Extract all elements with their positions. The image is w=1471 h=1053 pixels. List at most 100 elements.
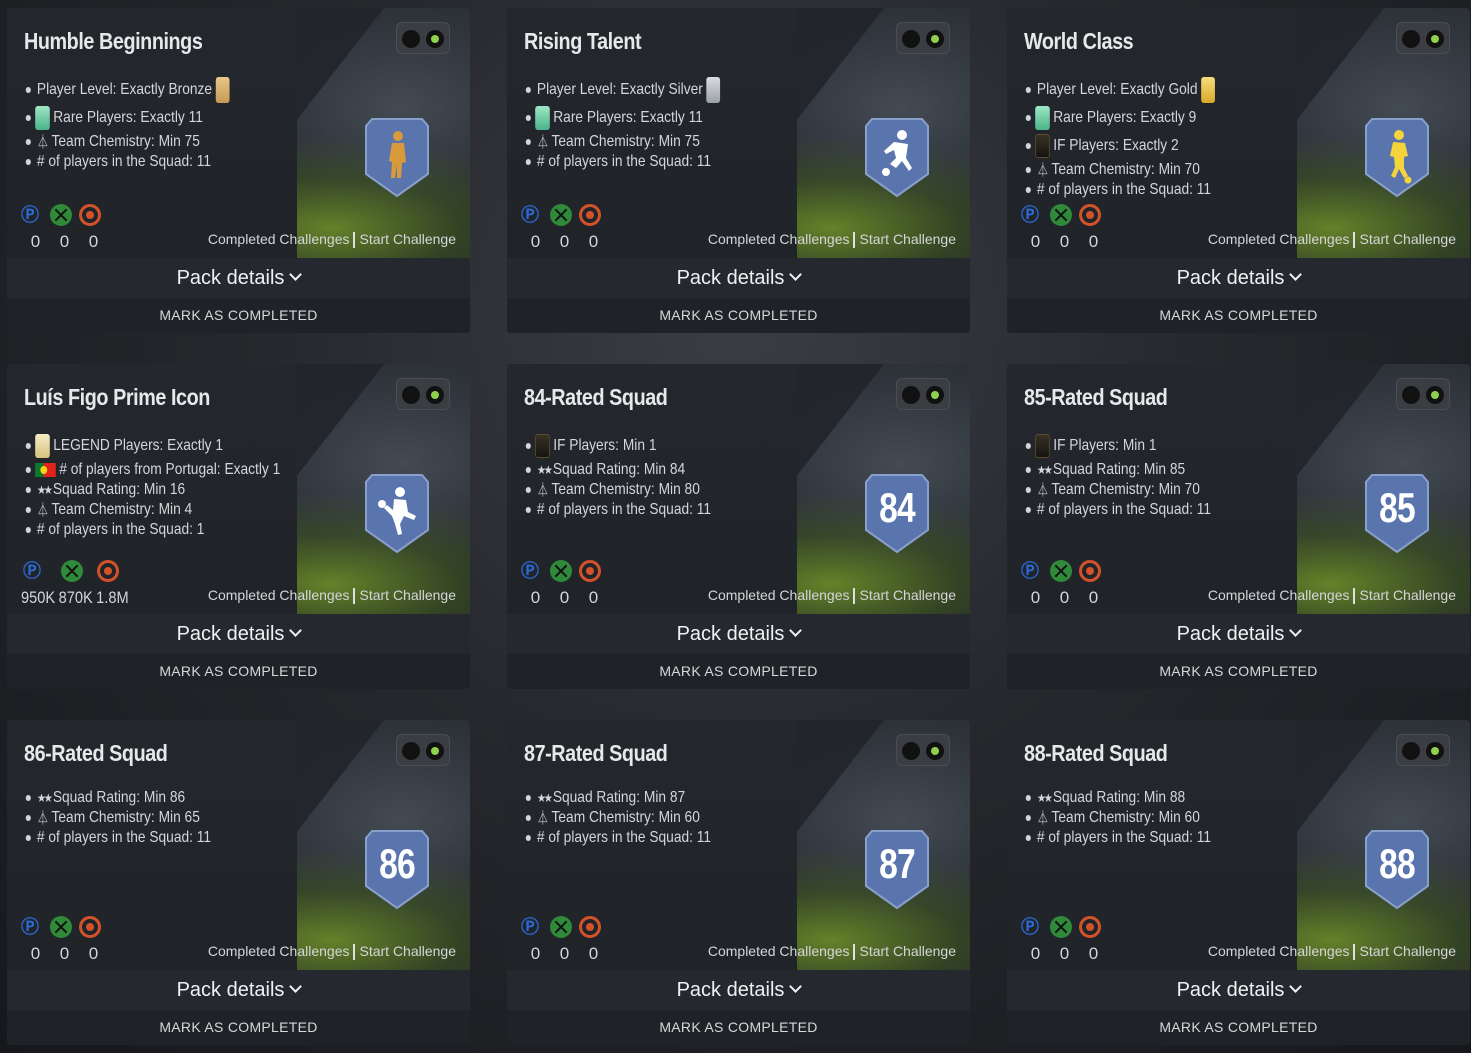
rare-card-icon bbox=[535, 105, 550, 130]
rating-stars-icon: ★★ bbox=[36, 791, 53, 805]
completed-challenges-link[interactable]: Completed Challenges bbox=[208, 587, 350, 603]
mark-as-completed-button[interactable]: MARK AS COMPLETED bbox=[7, 654, 470, 689]
toggle-switch[interactable] bbox=[1396, 734, 1450, 766]
toggle-switch[interactable] bbox=[896, 22, 950, 54]
completed-challenges-link[interactable]: Completed Challenges bbox=[1208, 231, 1350, 247]
chemistry-flask-icon: ⏃ bbox=[1036, 162, 1049, 178]
toggle-switch[interactable] bbox=[1396, 22, 1450, 54]
requirement-item: ⏃ Team Chemistry: Min 60 bbox=[1024, 808, 1211, 828]
start-challenge-link[interactable]: Start Challenge bbox=[1359, 587, 1456, 603]
requirement-item: LEGEND Players: Exactly 1 bbox=[24, 432, 280, 460]
origin-icon bbox=[79, 916, 101, 938]
start-challenge-link[interactable]: Start Challenge bbox=[1359, 231, 1456, 247]
requirement-item: # of players in the Squad: 11 bbox=[24, 152, 233, 172]
playstation-icon: Ⓟ bbox=[23, 561, 41, 581]
pack-details-toggle[interactable]: Pack details bbox=[507, 614, 970, 654]
badge-rating: 88 bbox=[1379, 840, 1416, 887]
start-challenge-link[interactable]: Start Challenge bbox=[859, 231, 956, 247]
pack-details-toggle[interactable]: Pack details bbox=[7, 614, 470, 654]
sbc-card: 88-Rated Squad ★★ Squad Rating: Min 88 ⏃ T… bbox=[1007, 720, 1470, 1045]
completed-challenges-link[interactable]: Completed Challenges bbox=[708, 943, 850, 959]
completed-challenges-link[interactable]: Completed Challenges bbox=[1208, 943, 1350, 959]
start-challenge-link[interactable]: Start Challenge bbox=[1359, 943, 1456, 959]
completed-challenges-link[interactable]: Completed Challenges bbox=[708, 231, 850, 247]
pack-details-toggle[interactable]: Pack details bbox=[1007, 614, 1470, 654]
pack-details-toggle[interactable]: Pack details bbox=[1007, 258, 1470, 298]
start-challenge-link[interactable]: Start Challenge bbox=[859, 943, 956, 959]
pack-badge bbox=[364, 472, 430, 554]
completed-challenges-link[interactable]: Completed Challenges bbox=[208, 231, 350, 247]
rating-stars-icon: ★★ bbox=[1036, 791, 1053, 805]
completed-challenges-link[interactable]: Completed Challenges bbox=[1208, 587, 1350, 603]
pack-details-toggle[interactable]: Pack details bbox=[7, 970, 470, 1010]
pc-price: 0 bbox=[588, 588, 599, 607]
pc-price: 0 bbox=[88, 232, 99, 251]
pack-badge bbox=[364, 116, 430, 198]
requirement-item: # of players in the Squad: 11 bbox=[524, 828, 711, 848]
pack-details-toggle[interactable]: Pack details bbox=[507, 970, 970, 1010]
ps-price: 0 bbox=[1030, 232, 1041, 251]
requirement-item: Player Level: Exactly Gold bbox=[1024, 76, 1218, 104]
toggle-switch[interactable] bbox=[396, 378, 450, 410]
mark-as-completed-button[interactable]: MARK AS COMPLETED bbox=[7, 298, 470, 333]
challenge-links: Completed Challenges Start Challenge bbox=[1208, 587, 1456, 605]
badge-rating: 85 bbox=[1379, 484, 1416, 531]
platform-prices: 000 bbox=[1021, 232, 1108, 252]
start-challenge-link[interactable]: Start Challenge bbox=[359, 587, 456, 603]
toggle-switch[interactable] bbox=[896, 734, 950, 766]
ps-price: 0 bbox=[530, 944, 541, 963]
portugal-flag-icon bbox=[35, 462, 56, 477]
toggle-switch[interactable] bbox=[396, 22, 450, 54]
platform-prices: 000 bbox=[521, 944, 608, 964]
platform-icons: Ⓟ bbox=[1021, 204, 1171, 226]
pack-details-toggle[interactable]: Pack details bbox=[507, 258, 970, 298]
mark-as-completed-button[interactable]: MARK AS COMPLETED bbox=[7, 1010, 470, 1045]
rare-card-icon bbox=[1035, 105, 1050, 130]
platform-icons: Ⓟ bbox=[1021, 916, 1171, 938]
if-card-icon bbox=[535, 433, 550, 458]
xbox-icon bbox=[1050, 916, 1072, 938]
mark-as-completed-button[interactable]: MARK AS COMPLETED bbox=[1007, 1010, 1470, 1045]
ps-price: 0 bbox=[30, 232, 41, 251]
mark-as-completed-button[interactable]: MARK AS COMPLETED bbox=[1007, 654, 1470, 689]
requirements-list: Player Level: Exactly Gold Rare Players:… bbox=[1024, 76, 1250, 200]
completed-challenges-link[interactable]: Completed Challenges bbox=[208, 943, 350, 959]
player-figure-icon bbox=[389, 131, 406, 178]
mark-as-completed-button[interactable]: MARK AS COMPLETED bbox=[507, 298, 970, 333]
card-title: 85-Rated Squad bbox=[1024, 384, 1168, 410]
toggle-switch[interactable] bbox=[396, 734, 450, 766]
sbc-card: 87-Rated Squad ★★ Squad Rating: Min 87 ⏃ T… bbox=[507, 720, 970, 1045]
chevron-down-icon bbox=[789, 980, 803, 993]
origin-icon bbox=[97, 560, 119, 582]
badge-rating: 86 bbox=[379, 840, 416, 887]
challenge-links: Completed Challenges Start Challenge bbox=[1208, 943, 1456, 961]
player-kicking-icon bbox=[882, 130, 912, 176]
ps-price: 0 bbox=[1030, 588, 1041, 607]
origin-icon bbox=[1079, 204, 1101, 226]
start-challenge-link[interactable]: Start Challenge bbox=[859, 587, 956, 603]
platform-prices: 000 bbox=[521, 232, 608, 252]
toggle-switch[interactable] bbox=[896, 378, 950, 410]
mark-as-completed-button[interactable]: MARK AS COMPLETED bbox=[507, 1010, 970, 1045]
playstation-icon: Ⓟ bbox=[521, 205, 539, 225]
requirement-item: # of players in the Squad: 11 bbox=[524, 500, 711, 520]
requirements-list: Player Level: Exactly Silver Rare Player… bbox=[524, 76, 756, 172]
requirements-list: LEGEND Players: Exactly 1 # of players f… bbox=[24, 432, 322, 540]
mark-as-completed-button[interactable]: MARK AS COMPLETED bbox=[507, 654, 970, 689]
requirement-item: # of players in the Squad: 11 bbox=[1024, 180, 1218, 200]
origin-icon bbox=[1079, 560, 1101, 582]
if-card-icon bbox=[1035, 133, 1050, 158]
silver-card-icon bbox=[706, 76, 721, 103]
requirements-list: ★★ Squad Rating: Min 87 ⏃ Team Chemistry: … bbox=[524, 788, 742, 848]
start-challenge-link[interactable]: Start Challenge bbox=[359, 943, 456, 959]
xbox-price: 0 bbox=[559, 232, 570, 251]
toggle-switch[interactable] bbox=[1396, 378, 1450, 410]
pack-details-toggle[interactable]: Pack details bbox=[1007, 970, 1470, 1010]
pack-details-toggle[interactable]: Pack details bbox=[7, 258, 470, 298]
player-volley-icon bbox=[378, 487, 416, 535]
start-challenge-link[interactable]: Start Challenge bbox=[359, 231, 456, 247]
xbox-price: 0 bbox=[59, 944, 70, 963]
requirement-item: # of players in the Squad: 1 bbox=[24, 520, 280, 540]
completed-challenges-link[interactable]: Completed Challenges bbox=[708, 587, 850, 603]
mark-as-completed-button[interactable]: MARK AS COMPLETED bbox=[1007, 298, 1470, 333]
